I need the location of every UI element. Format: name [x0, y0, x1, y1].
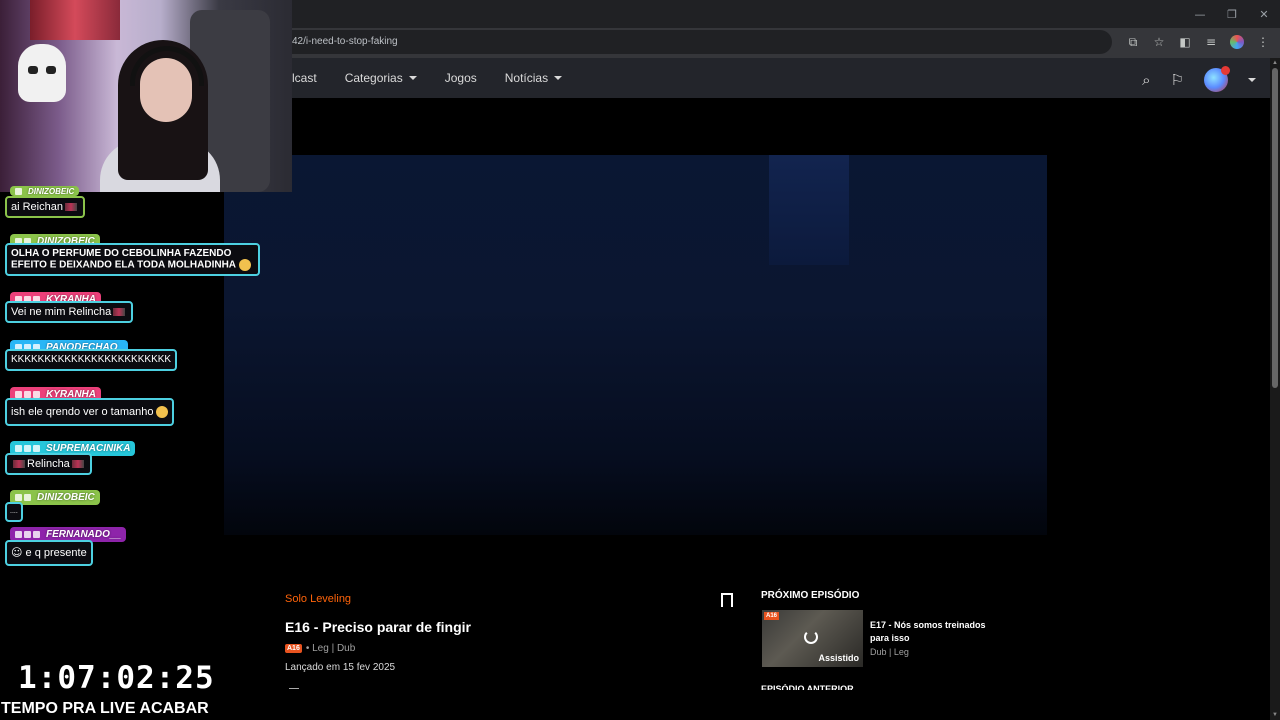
watched-label: Assistido	[818, 653, 859, 663]
nav-item-categorias[interactable]: Categorias	[345, 71, 417, 85]
nav-label: lcast	[292, 71, 317, 85]
page-scrollbar[interactable]: ▲ ▼	[1270, 58, 1280, 720]
replay-icon	[804, 630, 818, 644]
next-episode-meta: Dub | Leg	[870, 647, 909, 657]
close-button[interactable]: ✕	[1248, 0, 1280, 28]
chat-text: ....	[10, 508, 18, 515]
ghost-emote-icon: ☺	[11, 546, 23, 559]
notification-dot	[1221, 66, 1230, 75]
scroll-down-icon[interactable]: ▼	[1272, 712, 1278, 718]
search-icon[interactable]: ⌕	[1142, 71, 1150, 89]
nav-item-jogos[interactable]: Jogos	[445, 71, 477, 85]
minimize-button[interactable]: —	[1184, 0, 1216, 28]
chat-bubble: Relincha	[5, 453, 92, 475]
site-nav: lcast Categorias Jogos Notícias	[292, 58, 590, 98]
site-header: lcast Categorias Jogos Notícias ⌕ ⚐	[292, 58, 1270, 98]
chat-text: e q presente	[25, 547, 87, 559]
video-player[interactable]	[224, 155, 1047, 535]
chat-text: ish ele qrendo ver o tamanho	[11, 406, 154, 418]
bookmark-icon[interactable]: ⚐	[1171, 71, 1184, 89]
nav-label: Jogos	[444, 71, 477, 85]
header-actions: ⌕ ⚐	[1142, 66, 1256, 92]
shelf-figures	[30, 0, 120, 40]
emoji-icon	[156, 406, 169, 419]
flag-emote-icon	[113, 308, 126, 317]
chat-username: DINIZOBEIC	[37, 492, 95, 503]
profile-icon[interactable]	[1228, 33, 1246, 51]
series-link[interactable]: Solo Leveling	[285, 593, 351, 605]
chat-username: DINIZOBEIC	[28, 186, 75, 196]
window-controls: — ❐ ✕	[1184, 0, 1280, 28]
webcam-overlay	[0, 0, 292, 192]
nav-item-noticias[interactable]: Notícias	[504, 71, 563, 85]
chevron-down-icon[interactable]	[1248, 78, 1256, 82]
next-episode-label: PRÓXIMO EPISÓDIO	[761, 590, 860, 601]
flag-emote-icon	[13, 460, 25, 469]
install-app-icon[interactable]: ⧉	[1124, 33, 1142, 51]
chevron-down-icon	[554, 76, 563, 80]
chat-text: Vei ne mim Relincha	[11, 306, 112, 318]
extensions-icon[interactable]: ◧	[1176, 33, 1194, 51]
age-rating-badge: A16	[285, 644, 302, 653]
chat-bubble: ai Reichan	[5, 196, 85, 218]
stream-timer-label: TEMPO PRA LIVE ACABAR	[1, 700, 209, 717]
chat-bubble: ....	[5, 502, 23, 522]
address-bar[interactable]: 42/i-need-to-stop-faking	[292, 30, 1112, 54]
chat-text: OLHA O PERFUME DO CEBOLINHA FAZENDO EFEI…	[11, 248, 237, 271]
nav-label: Notícias	[504, 71, 549, 85]
chat-overlay: DINIZOBEIC ai Reichan DINIZOBEIC OLHA O …	[0, 186, 270, 592]
nav-label: Categorias	[344, 71, 403, 85]
chat-username: FERNANADO__	[46, 529, 122, 540]
avatar[interactable]	[1204, 66, 1230, 92]
scroll-up-icon[interactable]: ▲	[1272, 60, 1278, 66]
next-episode-title[interactable]: E17 - Nós somos treinados para isso	[870, 619, 1000, 645]
chat-bubble: ☺ e q presente	[5, 540, 93, 566]
chat-text: Relincha	[27, 458, 70, 470]
chat-username-bar: DINIZOBEIC	[10, 490, 100, 505]
menu-icon[interactable]: ⋮	[1254, 33, 1272, 51]
restore-button[interactable]: ❐	[1216, 0, 1248, 28]
video-frame-detail	[769, 155, 849, 265]
star-icon[interactable]: ☆	[1150, 33, 1168, 51]
scroll-thumb[interactable]	[1272, 68, 1278, 388]
release-date: Lançado em 15 fev 2025	[285, 662, 396, 673]
url-text: 42/i-need-to-stop-faking	[292, 36, 398, 47]
chat-text: ai Reichan	[11, 201, 63, 213]
audio-options: • Leg | Dub	[305, 643, 356, 654]
episode-title: E16 - Preciso parar de fingir	[285, 619, 471, 635]
previous-episode-label: EPISÓDIO ANTERIOR	[761, 684, 854, 690]
toolbar-icons: ⧉ ☆ ◧ ≡ ⋮	[1124, 33, 1272, 51]
episode-actions	[289, 683, 369, 689]
chat-username-bar: DINIZOBEIC	[10, 186, 80, 196]
nav-item-podcast[interactable]: lcast	[292, 71, 317, 85]
stormtrooper-helmet	[18, 44, 66, 102]
age-rating-badge: A16	[764, 612, 780, 620]
episode-meta: A16 • Leg | Dub	[285, 643, 355, 654]
chat-bubble: ish ele qrendo ver o tamanho	[5, 398, 175, 427]
browser-titlebar: — ❐ ✕	[292, 0, 1280, 28]
bookmark-icon[interactable]	[721, 593, 733, 611]
flag-emote-icon	[64, 203, 77, 212]
chat-bubble: OLHA O PERFUME DO CEBOLINHA FAZENDO EFEI…	[5, 243, 260, 276]
media-icon[interactable]: ≡	[1202, 33, 1220, 51]
chat-bubble: KKKKKKKKKKKKKKKKKKKKKKKK	[5, 349, 178, 371]
emoji-icon	[239, 259, 252, 271]
next-episode-thumbnail[interactable]: A16 Assistido	[762, 610, 863, 667]
chevron-down-icon	[408, 76, 417, 80]
like-icon[interactable]	[289, 688, 299, 689]
flag-emote-icon	[71, 460, 84, 469]
screen: — ❐ ✕ 42/i-need-to-stop-faking ⧉ ☆ ◧ ≡ ⋮…	[0, 0, 1280, 720]
chat-bubble: Vei ne mim Relincha	[5, 301, 134, 323]
chat-text: KKKKKKKKKKKKKKKKKKKKKKKK	[11, 354, 172, 365]
stream-timer: 1:07:02:25	[18, 660, 215, 696]
